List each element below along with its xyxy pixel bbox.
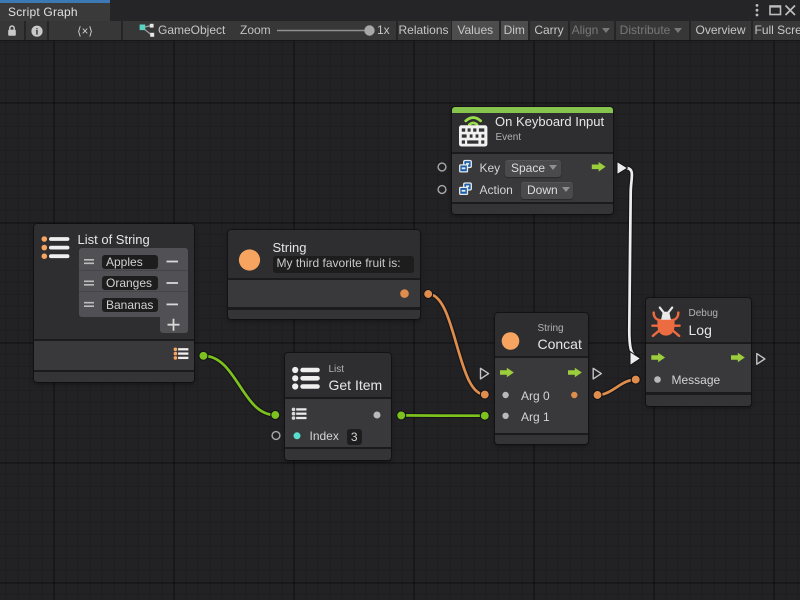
svg-text:i: i	[36, 27, 39, 37]
svg-text:⟨×⟩: ⟨×⟩	[77, 25, 93, 38]
